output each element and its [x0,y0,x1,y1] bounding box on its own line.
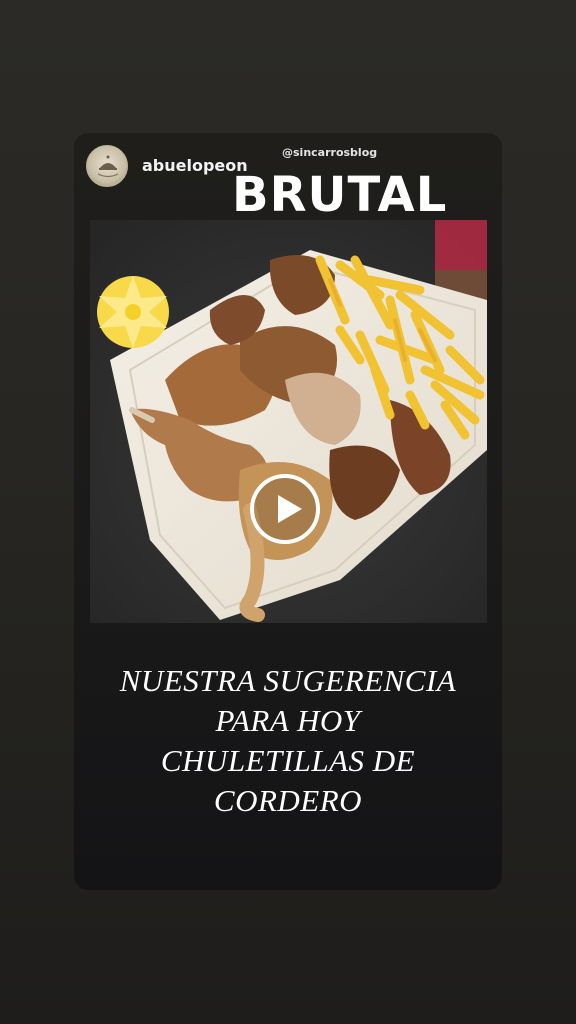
headline-sticker: BRUTAL [232,167,448,223]
story-viewer: abuelopeon BRUTAL @sincarrosblog NUESTRA… [0,0,576,1024]
play-icon [278,495,302,523]
caption-line: PARA HOY [215,703,361,738]
caption-line: CHULETILLAS DE [160,743,416,778]
story-card[interactable]: abuelopeon BRUTAL @sincarrosblog NUESTRA… [74,133,502,890]
food-photo [90,220,487,623]
restaurant-logo-icon [97,155,119,178]
photo-mention-tag[interactable]: @sincarrosblog [282,146,377,159]
story-caption: NUESTRA SUGERENCIA PARA HOY CHULETILLAS … [74,661,502,821]
avatar[interactable] [86,145,128,187]
caption-line: CORDERO [213,783,363,818]
caption-line: NUESTRA SUGERENCIA [119,663,457,698]
play-button[interactable] [250,474,320,544]
